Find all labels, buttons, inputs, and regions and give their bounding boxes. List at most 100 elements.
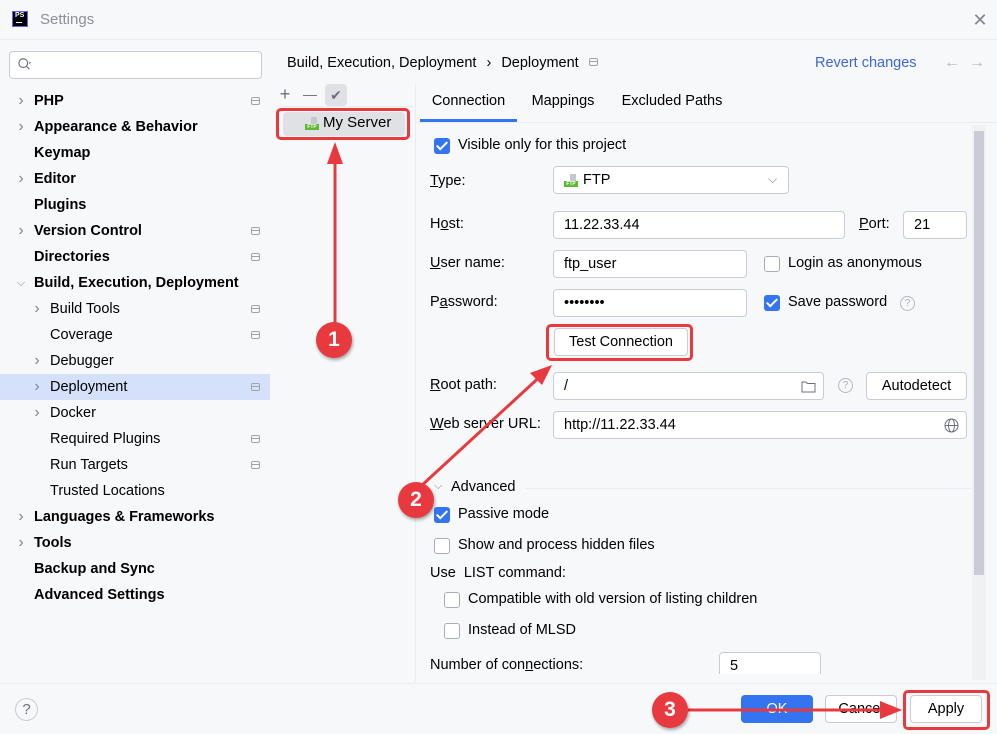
sidebar-item-label: Debugger [50, 353, 114, 369]
sidebar-item-label: Plugins [34, 197, 87, 213]
sidebar-item-label: Directories [34, 249, 110, 265]
breadcrumb-parent[interactable]: Build, Execution, Deployment [287, 55, 476, 71]
instead-mlsd-checkbox[interactable] [444, 623, 460, 639]
project-scope-icon [251, 227, 260, 235]
type-select[interactable]: FTP FTP ⌵ [553, 166, 789, 194]
sidebar-item-label: Advanced Settings [34, 587, 165, 603]
settings-search[interactable] [9, 51, 262, 79]
close-icon[interactable]: ✕ [970, 10, 990, 30]
arrow-1-head [327, 142, 343, 164]
root-path-help-icon[interactable]: ? [838, 378, 853, 393]
sidebar-item[interactable]: Plugins [0, 192, 270, 218]
root-path-label: Root path: [430, 377, 497, 393]
sidebar-item-label: Editor [34, 171, 76, 187]
compat-old-checkbox[interactable] [444, 592, 460, 608]
forward-arrow-icon[interactable]: → [969, 54, 985, 72]
revert-changes-link[interactable]: Revert changes [815, 55, 917, 71]
add-server-icon[interactable]: + [274, 84, 296, 106]
chevron-right-icon[interactable]: › [15, 504, 27, 530]
sidebar-item[interactable]: › Build Tools [0, 296, 270, 322]
sidebar-item[interactable]: › PHP [0, 88, 270, 114]
sidebar-item[interactable]: › Editor [0, 166, 270, 192]
sidebar-item[interactable]: Backup and Sync [0, 556, 270, 582]
cancel-button[interactable]: Cancel [825, 695, 897, 723]
set-default-icon[interactable]: ✔ [325, 84, 347, 106]
root-path-field[interactable] [553, 372, 824, 400]
chevron-down-icon: ⌵ [768, 172, 778, 186]
sidebar-item[interactable]: Run Targets [0, 452, 270, 478]
autodetect-button[interactable]: Autodetect [866, 372, 967, 400]
tab-connection[interactable]: Connection [420, 88, 517, 122]
sidebar-item[interactable]: Advanced Settings [0, 582, 270, 608]
help-button[interactable]: ? [15, 698, 38, 721]
hidden-files-label: Show and process hidden files [458, 537, 655, 553]
chevron-right-icon[interactable]: › [31, 374, 43, 400]
password-label: Password: [430, 294, 498, 310]
chevron-right-icon[interactable]: › [15, 218, 27, 244]
sidebar-item[interactable]: Coverage [0, 322, 270, 348]
highlight-box-test-connection [546, 324, 693, 361]
connections-input[interactable] [728, 657, 788, 674]
divider [526, 488, 972, 489]
web-server-url-input[interactable] [562, 416, 934, 434]
web-server-url-label: Web server URL: [430, 416, 541, 432]
user-name-input[interactable] [562, 255, 714, 273]
tab-excluded-paths[interactable]: Excluded Paths [614, 88, 730, 122]
passive-mode-label: Passive mode [458, 506, 550, 522]
globe-icon[interactable] [944, 418, 959, 433]
chevron-right-icon[interactable]: › [15, 166, 27, 192]
hidden-files-checkbox[interactable] [434, 538, 450, 554]
remove-server-icon[interactable]: — [299, 84, 321, 106]
connections-field[interactable] [719, 652, 821, 674]
sidebar-item-label: Required Plugins [50, 431, 161, 447]
sidebar-item[interactable]: Directories [0, 244, 270, 270]
annotation-badge-1: 1 [316, 322, 352, 358]
visible-only-checkbox[interactable] [434, 138, 450, 154]
chevron-down-icon[interactable]: ⌵ [15, 270, 27, 296]
sidebar-item[interactable]: › Languages & Frameworks [0, 504, 270, 530]
annotation-badge-2: 2 [398, 482, 434, 518]
list-command-label: Use LIST command: [430, 565, 566, 581]
passive-mode-checkbox[interactable] [434, 507, 450, 523]
advanced-section-title[interactable]: Advanced [451, 479, 516, 495]
folder-icon[interactable] [801, 380, 816, 393]
back-arrow-icon[interactable]: ← [944, 54, 960, 72]
scrollbar-thumb[interactable] [974, 131, 984, 575]
port-input[interactable] [912, 216, 962, 234]
host-input[interactable] [562, 216, 812, 234]
sidebar-item[interactable]: Trusted Locations [0, 478, 270, 504]
advanced-collapse-icon[interactable]: ⌵ [434, 480, 442, 493]
chevron-right-icon[interactable]: › [15, 530, 27, 556]
search-input[interactable] [40, 55, 255, 75]
root-path-input[interactable] [562, 377, 791, 395]
sidebar-item[interactable]: Required Plugins [0, 426, 270, 452]
sidebar-item[interactable]: Keymap [0, 140, 270, 166]
chevron-right-icon[interactable]: › [15, 88, 27, 114]
help-icon[interactable]: ? [900, 296, 915, 311]
login-anonymous-checkbox[interactable] [764, 256, 780, 272]
chevron-right-icon[interactable]: › [31, 296, 43, 322]
project-scope-icon [251, 383, 260, 391]
sidebar-item[interactable]: › Docker [0, 400, 270, 426]
ok-button[interactable]: OK [741, 695, 813, 723]
chevron-right-icon[interactable]: › [31, 400, 43, 426]
sidebar-item[interactable]: › Appearance & Behavior [0, 114, 270, 140]
user-name-field[interactable] [553, 250, 747, 278]
splitter[interactable] [415, 84, 416, 682]
sidebar-item[interactable]: › Debugger [0, 348, 270, 374]
host-field[interactable] [553, 211, 845, 239]
web-server-url-field[interactable] [553, 411, 967, 439]
sidebar-item[interactable]: › Tools [0, 530, 270, 556]
save-password-checkbox[interactable] [764, 295, 780, 311]
port-field[interactable] [903, 211, 967, 239]
sidebar-item[interactable]: › Version Control [0, 218, 270, 244]
password-field[interactable] [553, 289, 747, 317]
chevron-right-icon[interactable]: › [15, 114, 27, 140]
chevron-right-icon[interactable]: › [31, 348, 43, 374]
sidebar-item-label: Docker [50, 405, 96, 421]
password-input[interactable] [562, 294, 714, 312]
tab-mappings[interactable]: Mappings [524, 88, 602, 122]
sidebar-item[interactable]: › Deployment [0, 374, 270, 400]
visible-only-label: Visible only for this project [458, 137, 627, 153]
sidebar-item[interactable]: ⌵ Build, Execution, Deployment [0, 270, 270, 296]
